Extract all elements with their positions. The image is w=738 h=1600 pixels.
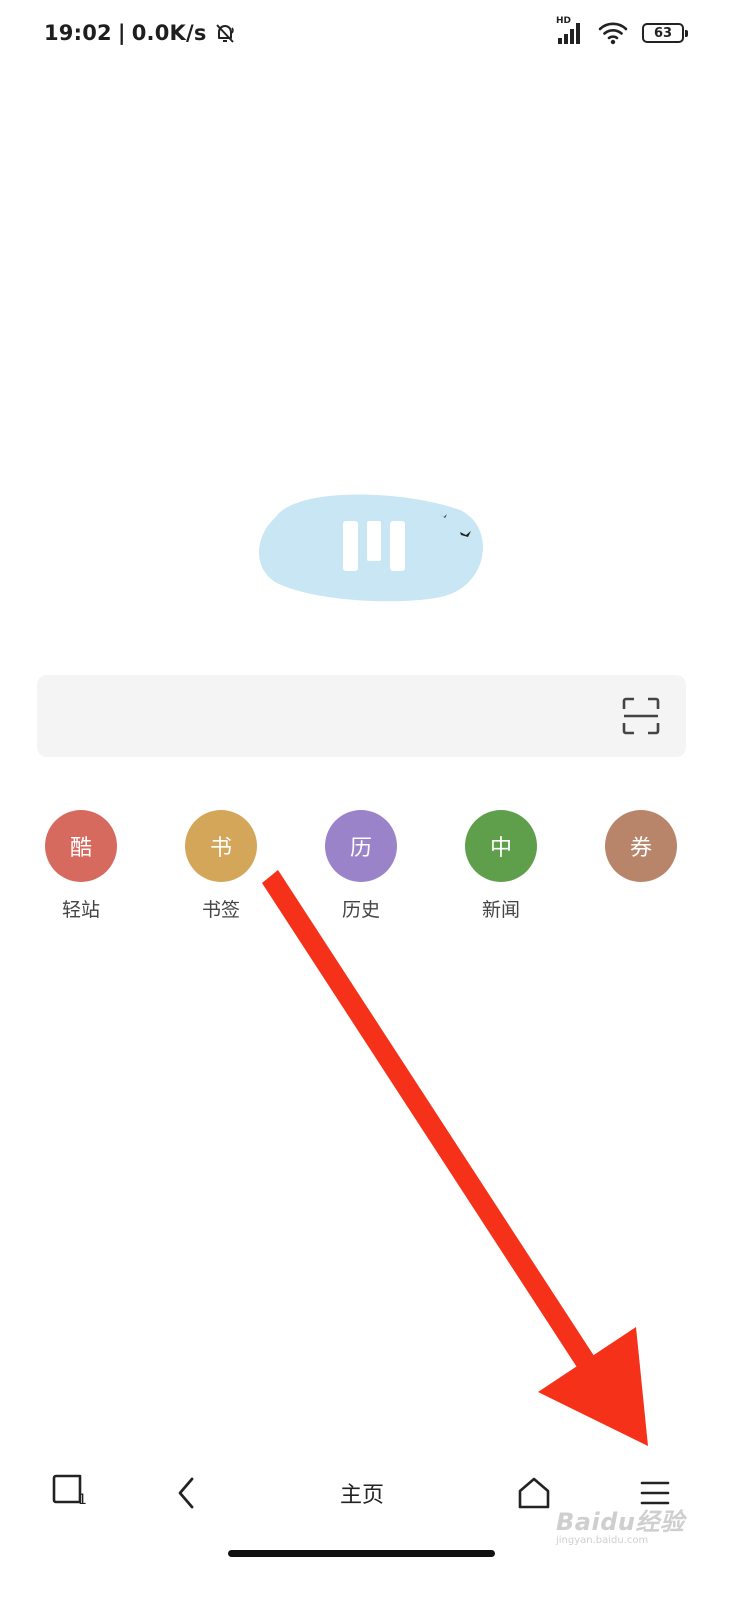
- status-left: 19:02 | 0.0K/s: [44, 18, 237, 48]
- shortcut-icon: 酷: [45, 810, 117, 882]
- shortcut-light-sites[interactable]: 酷 轻站: [26, 810, 136, 922]
- status-net-speed: 0.0K/s: [131, 21, 207, 45]
- browser-logo-icon: [259, 494, 483, 602]
- status-right: HD 63: [556, 16, 688, 48]
- shortcut-icon: 券: [605, 810, 677, 882]
- watermark: Baidu经验 jingyan.baidu.com: [556, 1502, 696, 1548]
- search-input[interactable]: [61, 675, 605, 759]
- shortcut-coupons[interactable]: 券: [586, 810, 696, 922]
- battery-icon: 63: [642, 23, 688, 43]
- shortcut-icon: 中: [465, 810, 537, 882]
- shortcut-glyph: 券: [629, 836, 652, 861]
- status-time: 19:02: [44, 21, 112, 45]
- shortcut-label: 书签: [201, 899, 240, 921]
- shortcut-glyph: 历: [349, 836, 372, 861]
- shortcut-glyph: 酷: [69, 836, 92, 861]
- shortcut-icon: 书: [185, 810, 257, 882]
- home-label: 主页: [339, 1483, 384, 1508]
- home-button[interactable]: [514, 1470, 554, 1516]
- tabs-count: 1: [78, 1492, 87, 1508]
- shortcut-glyph: 中: [489, 836, 512, 861]
- shortcut-label: 新闻: [481, 899, 520, 921]
- gesture-handle[interactable]: [228, 1550, 495, 1557]
- shortcut-icon: 历: [325, 810, 397, 882]
- signal-icon: HD: [556, 16, 584, 46]
- home-icon: [518, 1477, 550, 1509]
- watermark-brand: Baidu经验: [556, 1508, 685, 1536]
- red-arrow-icon: [262, 870, 648, 1446]
- shortcut-label: 历史: [341, 899, 380, 921]
- scan-icon[interactable]: [622, 697, 660, 735]
- shortcut-news[interactable]: 中 新闻: [446, 810, 556, 922]
- shortcut-history[interactable]: 历 历史: [306, 810, 416, 922]
- mute-bell-icon: [215, 24, 234, 43]
- shortcut-grid: 酷 轻站 书 书签 历 历史 中 新闻 券: [0, 810, 738, 930]
- home-tab-label-button[interactable]: 主页: [319, 1470, 405, 1516]
- battery-level: 63: [653, 25, 673, 41]
- back-icon: [178, 1477, 194, 1509]
- shortcut-label: 轻站: [61, 899, 100, 921]
- search-box[interactable]: [37, 675, 686, 759]
- shortcut-glyph: 书: [209, 836, 232, 861]
- status-bar: 19:02 | 0.0K/s HD 63: [0, 0, 738, 64]
- shortcut-bookmarks[interactable]: 书 书签: [166, 810, 276, 922]
- status-separator: |: [117, 21, 126, 45]
- back-button[interactable]: [168, 1470, 204, 1516]
- tabs-button[interactable]: 1: [50, 1470, 90, 1516]
- wifi-icon: [598, 22, 628, 45]
